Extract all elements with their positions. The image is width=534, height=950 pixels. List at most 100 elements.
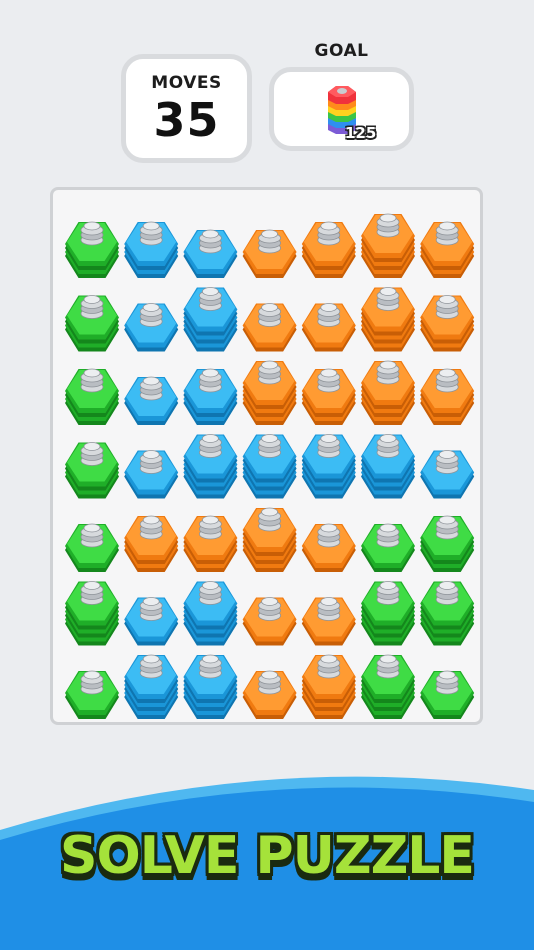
- nut-stack-orange[interactable]: [242, 303, 297, 352]
- bolt-icon: [435, 450, 459, 474]
- bolt-icon: [139, 597, 163, 621]
- nut-stack-blue[interactable]: [124, 221, 179, 278]
- bolt-icon: [80, 221, 104, 246]
- nut-stack-blue[interactable]: [301, 434, 356, 499]
- nut-stack-green[interactable]: [65, 523, 119, 572]
- nut-stack-orange[interactable]: [183, 515, 238, 572]
- nut-stack-green[interactable]: [65, 295, 119, 352]
- bolt-icon: [80, 581, 104, 605]
- goal-label: GOAL: [314, 41, 369, 61]
- nut-stack-blue[interactable]: [124, 450, 179, 499]
- bolt-icon: [435, 221, 459, 246]
- nut-stack-orange[interactable]: [242, 507, 297, 572]
- bolt-icon: [198, 434, 222, 458]
- bolt-icon: [317, 654, 341, 679]
- nut-stack-orange[interactable]: [301, 523, 356, 572]
- nut-stack-blue[interactable]: [183, 287, 238, 352]
- nut-stack-blue[interactable]: [124, 654, 179, 719]
- moves-label: MOVES: [151, 73, 222, 93]
- bolt-icon: [139, 654, 163, 679]
- bolt-icon: [198, 287, 222, 311]
- nut-stack-green[interactable]: [65, 221, 119, 278]
- nut-stack-green[interactable]: [65, 670, 119, 719]
- nut-stack-green[interactable]: [361, 654, 415, 719]
- bolt-icon: [198, 368, 222, 393]
- nut-stack-blue[interactable]: [420, 450, 475, 499]
- bolt-icon: [198, 581, 222, 605]
- goal-count: 125: [345, 124, 377, 142]
- nut-stack-orange[interactable]: [301, 368, 356, 425]
- nut-stack-orange[interactable]: [242, 360, 297, 425]
- nut-stack-green[interactable]: [420, 581, 475, 646]
- nut-stack-blue[interactable]: [124, 597, 179, 646]
- nut-stack-blue[interactable]: [242, 434, 297, 499]
- nut-stack-orange[interactable]: [361, 360, 415, 425]
- bolt-icon: [80, 442, 104, 466]
- nut-stack-orange[interactable]: [420, 221, 475, 278]
- nut-stack-green[interactable]: [361, 523, 415, 572]
- bolt-icon: [317, 303, 341, 327]
- bolt-icon: [258, 597, 282, 621]
- bolt-icon: [376, 654, 400, 679]
- nut-stack-orange[interactable]: [301, 597, 356, 646]
- nut-stack-blue[interactable]: [183, 229, 238, 278]
- bolt-icon: [376, 434, 400, 458]
- nut-stack-blue[interactable]: [361, 434, 415, 499]
- bolt-icon: [435, 670, 459, 695]
- nut-stack-orange[interactable]: [361, 213, 415, 278]
- nut-stack-blue[interactable]: [183, 581, 238, 646]
- bolt-icon: [258, 670, 282, 695]
- nut-stack-green[interactable]: [420, 670, 475, 719]
- bolt-icon: [80, 670, 104, 695]
- bolt-icon: [198, 515, 222, 540]
- nut-stack-blue[interactable]: [183, 434, 238, 499]
- nut-stack-orange[interactable]: [301, 221, 356, 278]
- bolt-icon: [139, 303, 163, 327]
- bolt-icon: [376, 287, 400, 311]
- nut-stack-green[interactable]: [65, 581, 119, 646]
- bolt-icon: [198, 654, 222, 679]
- nut-stack-orange[interactable]: [420, 368, 475, 425]
- nut-stack-blue[interactable]: [124, 376, 179, 425]
- nut-stack-orange[interactable]: [124, 515, 179, 572]
- bolt-icon: [376, 581, 400, 605]
- bolt-icon: [258, 507, 282, 532]
- bolt-icon: [80, 368, 104, 393]
- nut-stack-green[interactable]: [420, 515, 475, 572]
- nut-stack-green[interactable]: [361, 581, 415, 646]
- nut-stack-orange[interactable]: [301, 303, 356, 352]
- nut-stack-green[interactable]: [65, 368, 119, 425]
- bolt-icon: [258, 360, 282, 385]
- bolt-icon: [317, 523, 341, 548]
- bolt-icon: [376, 523, 400, 548]
- bolt-icon: [435, 515, 459, 540]
- nut-stack-blue[interactable]: [183, 368, 238, 425]
- nut-stack-blue[interactable]: [124, 303, 179, 352]
- bolt-icon: [317, 221, 341, 246]
- nut-stack-orange[interactable]: [242, 597, 297, 646]
- bolt-icon: [198, 229, 222, 254]
- bolt-icon: [139, 450, 163, 474]
- bolt-icon: [139, 221, 163, 246]
- solve-puzzle-title: SOLVE PUZZLE: [60, 826, 475, 886]
- nut-stack-orange[interactable]: [242, 229, 297, 278]
- game-board: [50, 187, 483, 725]
- moves-value: 35: [153, 93, 220, 147]
- bolt-icon: [139, 515, 163, 540]
- nut-stack-orange[interactable]: [361, 287, 415, 352]
- bolt-icon: [80, 295, 104, 319]
- moves-counter-card: MOVES 35: [121, 54, 252, 163]
- nut-stack-blue[interactable]: [183, 654, 238, 719]
- bolt-icon: [258, 229, 282, 254]
- nut-stack-green[interactable]: [65, 442, 119, 499]
- bolt-icon: [435, 581, 459, 605]
- goal-card: 125: [269, 67, 414, 151]
- nut-stack-orange[interactable]: [301, 654, 356, 719]
- bolt-icon: [435, 295, 459, 319]
- bolt-icon: [317, 597, 341, 621]
- nut-stack-orange[interactable]: [420, 295, 475, 352]
- bolt-icon: [317, 434, 341, 458]
- nut-stack-orange[interactable]: [242, 670, 297, 719]
- bolt-icon: [80, 523, 104, 548]
- bolt-icon: [435, 368, 459, 393]
